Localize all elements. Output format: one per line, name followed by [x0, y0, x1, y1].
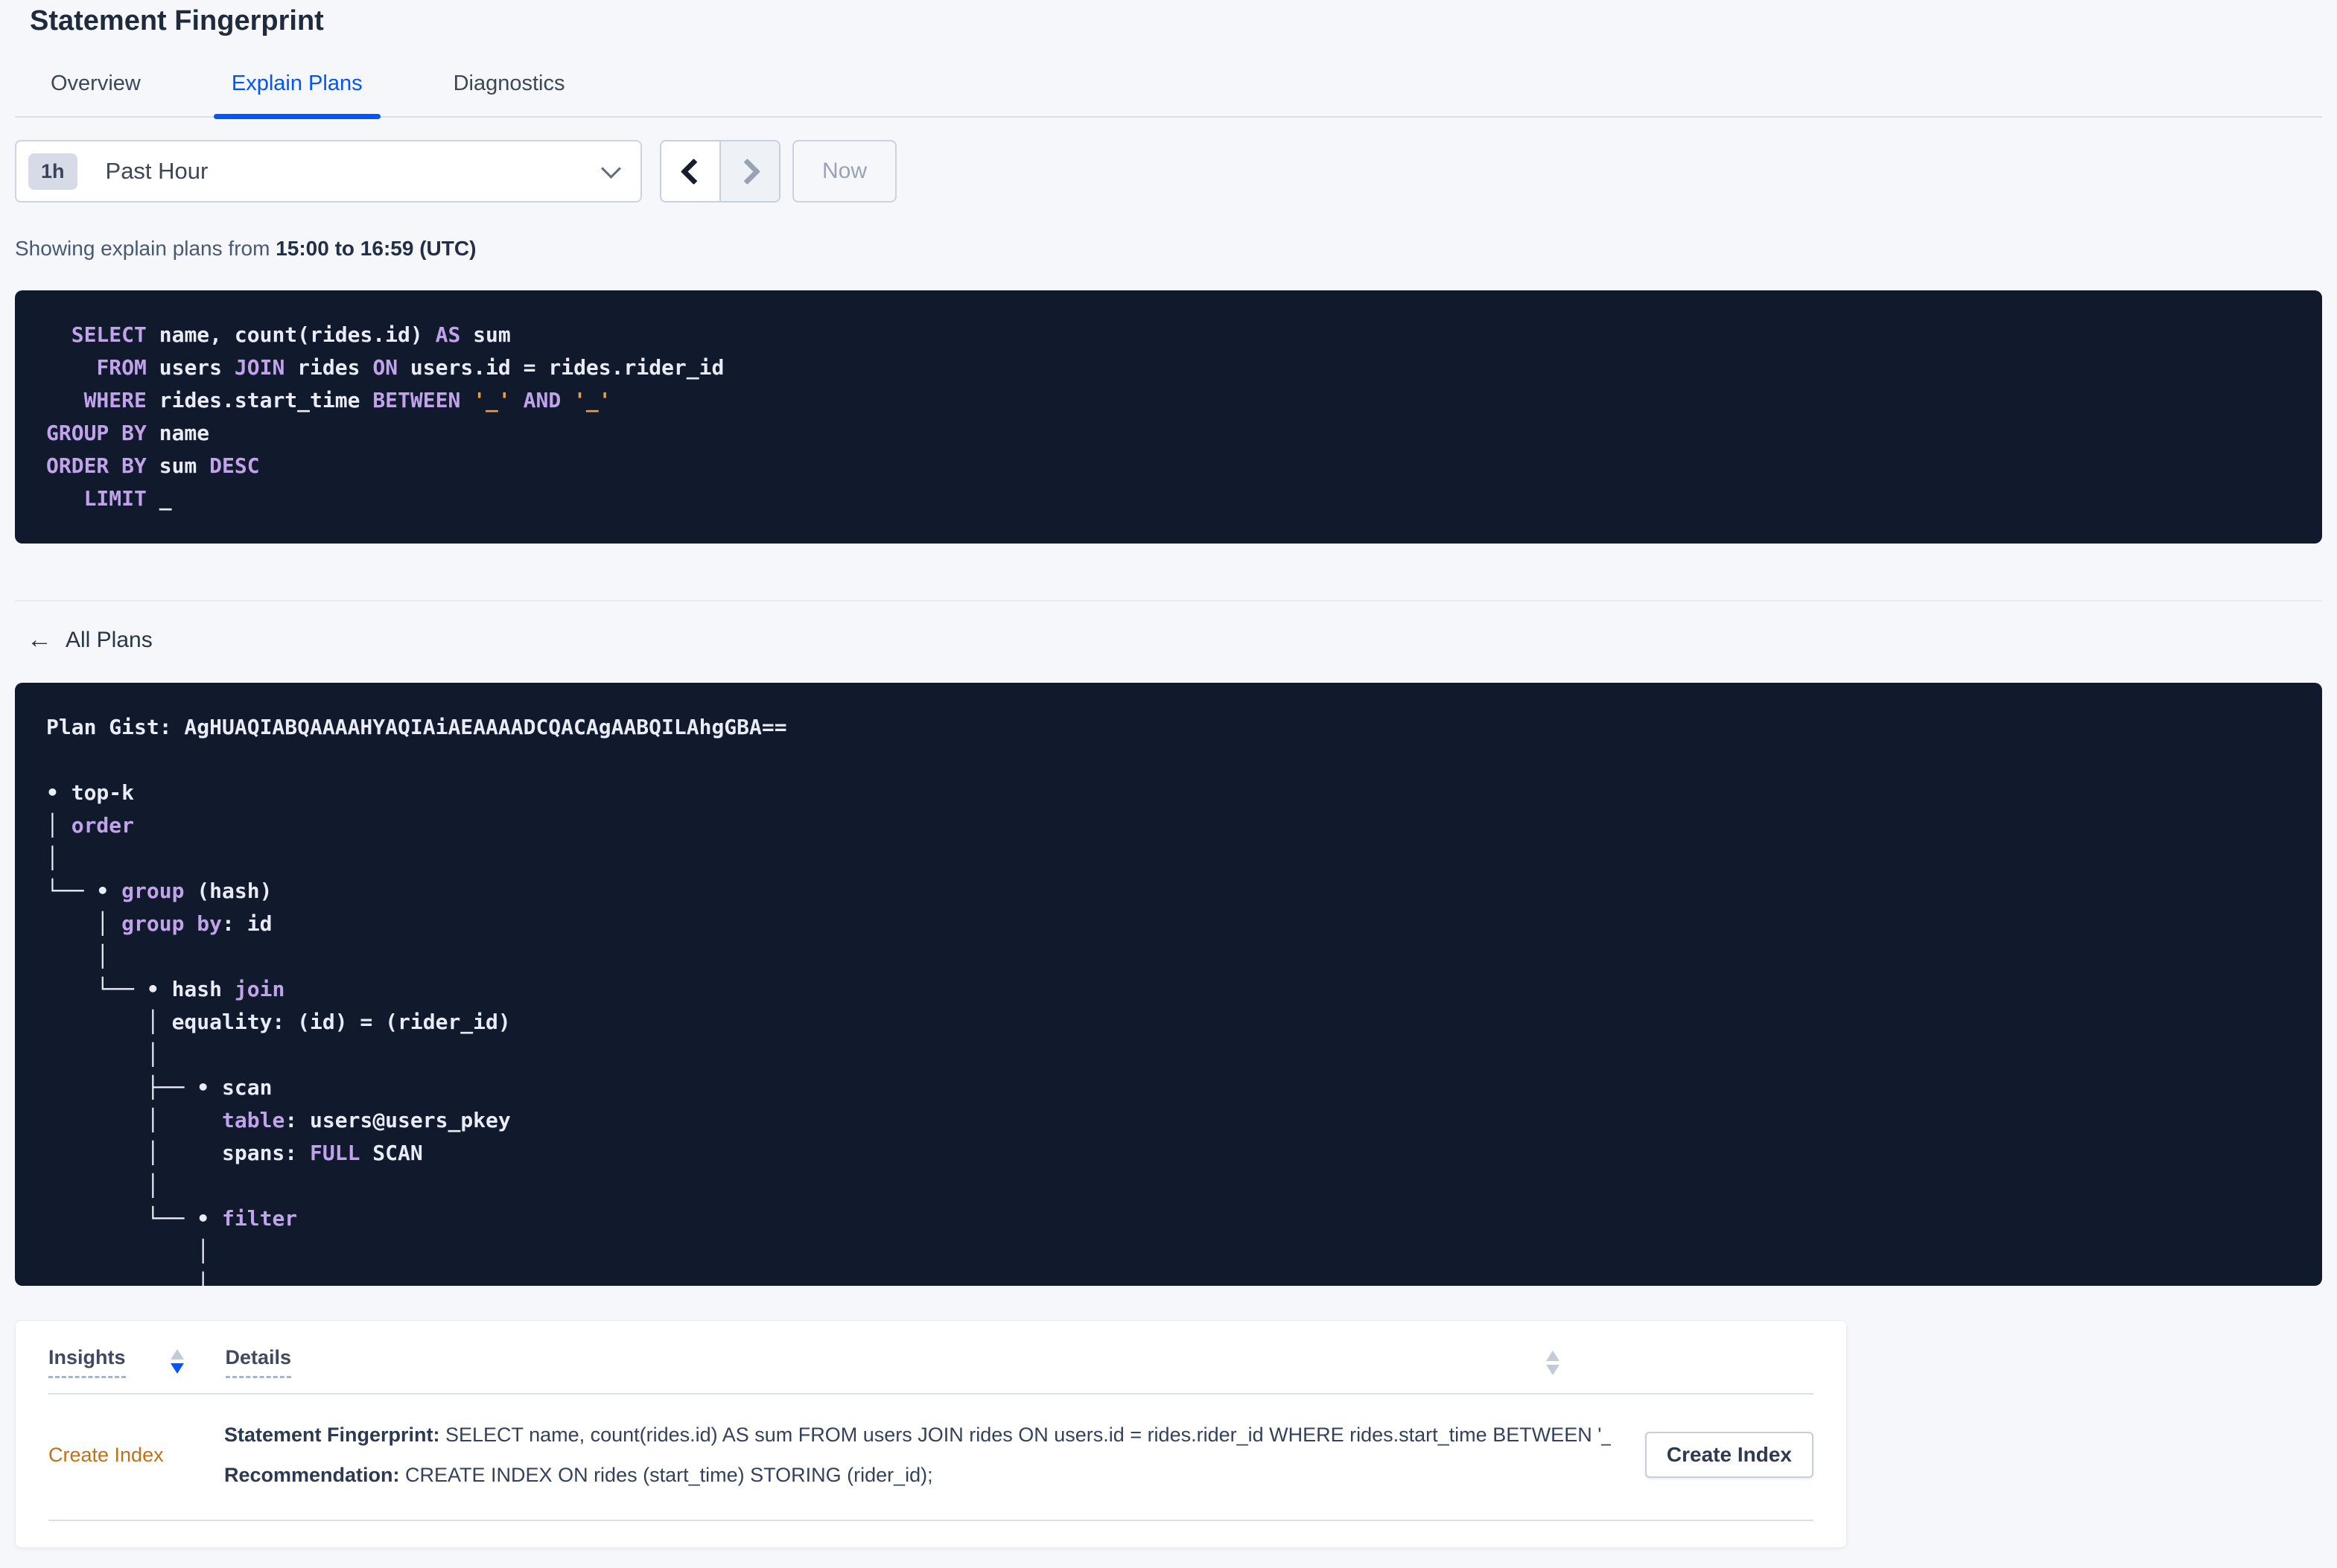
code-line: │ spans: FULL SCAN	[46, 1141, 423, 1165]
recommendation-line: Recommendation: CREATE INDEX ON rides (s…	[224, 1463, 1611, 1487]
section-divider	[15, 600, 2322, 602]
code-line: • top-k	[46, 780, 135, 805]
summary-prefix: Showing explain plans from	[15, 237, 276, 260]
tab-diagnostics[interactable]: Diagnostics	[454, 71, 565, 116]
tab-explain-plans[interactable]: Explain Plans	[213, 71, 381, 119]
showing-plans-summary: Showing explain plans from 15:00 to 16:5…	[15, 237, 2322, 261]
now-button[interactable]: Now	[792, 140, 897, 203]
code-line: WHERE rides.start_time BETWEEN '_' AND '…	[83, 388, 611, 412]
code-line: │	[46, 846, 59, 870]
code-line: │ group by: id	[46, 911, 273, 936]
arrow-left-icon: ←	[27, 625, 52, 654]
column-header-details[interactable]: Details	[225, 1346, 292, 1378]
time-range-badge: 1h	[28, 153, 77, 190]
sort-down-icon	[170, 1363, 184, 1374]
sql-statement-box: SELECT name, count(rides.id) AS sum FROM…	[15, 290, 2322, 544]
sort-insights-icon[interactable]	[170, 1349, 184, 1374]
fingerprint-text: SELECT name, count(rides.id) AS sum FROM…	[439, 1424, 1611, 1446]
tab-bar: Overview Explain Plans Diagnostics	[15, 71, 2322, 119]
code-line: │ equality: (id) = (rider_id)	[46, 1010, 511, 1034]
code-line: │	[46, 944, 109, 969]
insight-type-label: Create Index	[48, 1443, 164, 1466]
code-line: GROUP BY name	[46, 421, 210, 445]
sort-up-icon	[170, 1349, 184, 1360]
code-line: Plan Gist: AgHUAQIABQAAAAHYAQIAiAEAAAADC…	[46, 715, 787, 739]
chevron-left-icon	[680, 158, 707, 185]
create-index-button[interactable]: Create Index	[1644, 1432, 1813, 1478]
time-pager	[660, 140, 780, 203]
insights-table-card: Insights Details Create Index Statement …	[15, 1320, 1847, 1548]
code-line: └── • group (hash)	[46, 879, 273, 903]
statement-fingerprint-page: Statement Fingerprint Overview Explain P…	[0, 0, 2337, 1568]
time-range-dropdown[interactable]: 1h Past Hour	[15, 140, 642, 203]
all-plans-back-link[interactable]: ← All Plans	[27, 625, 153, 654]
chevron-right-icon	[734, 158, 760, 185]
code-line: │	[46, 1042, 159, 1067]
code-line: └── • filter	[46, 1206, 298, 1231]
column-header-insights[interactable]: Insights	[48, 1346, 126, 1378]
code-line: └── • hash join	[46, 977, 285, 1001]
card-footer-spacer	[48, 1521, 1813, 1547]
sort-details-icon[interactable]	[1546, 1351, 1559, 1375]
plan-gist-box: Plan Gist: AgHUAQIABQAAAAHYAQIAiAEAAAADC…	[15, 683, 2322, 1286]
fingerprint-label: Statement Fingerprint:	[224, 1424, 440, 1446]
tab-overview[interactable]: Overview	[51, 71, 141, 116]
recommendation-label: Recommendation:	[224, 1464, 400, 1486]
time-controls: 1h Past Hour Now	[15, 140, 2322, 203]
code-line: │	[46, 1239, 210, 1263]
all-plans-label: All Plans	[66, 627, 153, 652]
next-interval-button[interactable]	[721, 141, 779, 201]
code-line: │	[46, 1173, 159, 1198]
page-title: Statement Fingerprint	[30, 5, 324, 36]
code-line: │	[46, 1272, 210, 1286]
recommendation-text: CREATE INDEX ON rides (start_time) STORI…	[399, 1464, 933, 1486]
sort-down-icon	[1546, 1365, 1559, 1375]
code-line: │ order	[46, 813, 135, 838]
insights-table-header: Insights Details	[48, 1321, 1813, 1395]
code-line: ORDER BY sum DESC	[46, 453, 260, 478]
table-row: Create Index Statement Fingerprint: SELE…	[48, 1395, 1813, 1521]
code-line: FROM users JOIN rides ON users.id = ride…	[96, 355, 725, 380]
code-line: SELECT name, count(rides.id) AS sum	[71, 322, 511, 347]
code-line: LIMIT _	[83, 486, 172, 511]
code-line: ├── • scan	[46, 1075, 273, 1100]
summary-time-range: 15:00 to 16:59 (UTC)	[276, 237, 477, 260]
previous-interval-button[interactable]	[661, 141, 721, 201]
sort-up-icon	[1546, 1351, 1559, 1361]
chevron-down-icon	[601, 158, 621, 179]
code-line: │ table: users@users_pkey	[46, 1108, 511, 1132]
time-range-label: Past Hour	[105, 158, 209, 184]
statement-fingerprint-line: Statement Fingerprint: SELECT name, coun…	[224, 1423, 1611, 1447]
insight-details-cell: Statement Fingerprint: SELECT name, coun…	[224, 1423, 1645, 1487]
